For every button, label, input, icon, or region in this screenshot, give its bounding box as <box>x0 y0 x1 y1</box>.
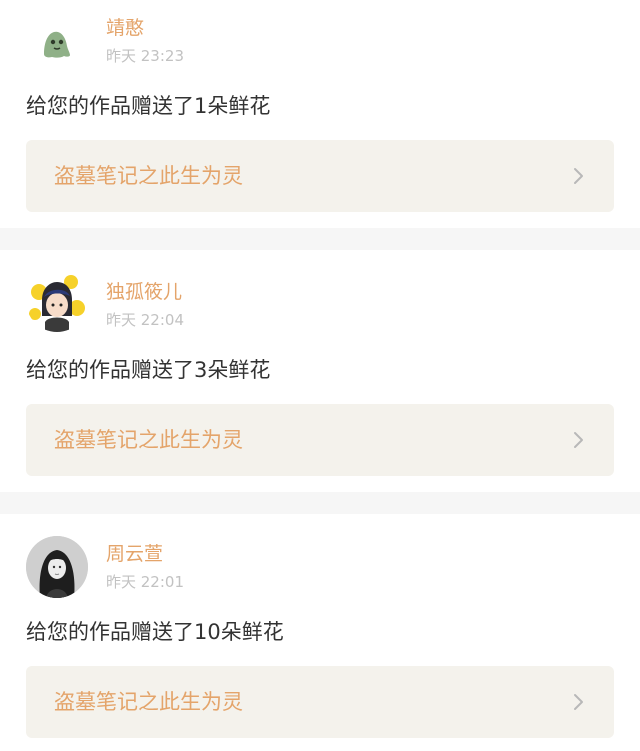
chevron-right-icon <box>574 168 583 184</box>
photo-girl-avatar-icon <box>26 536 88 598</box>
work-link[interactable]: 盗墓笔记之此生为灵 <box>26 404 614 476</box>
user-name[interactable]: 独孤筱儿 <box>106 280 182 304</box>
timestamp: 昨天 22:04 <box>106 311 184 329</box>
separator <box>0 228 640 250</box>
separator <box>0 492 640 514</box>
notification-card: 独孤筱儿 昨天 22:04 给您的作品赠送了3朵鲜花 盗墓笔记之此生为灵 <box>0 250 640 492</box>
chevron-right-icon <box>574 432 583 448</box>
gift-message: 给您的作品赠送了10朵鲜花 <box>26 620 284 644</box>
work-title: 盗墓笔记之此生为灵 <box>54 428 243 452</box>
gift-message: 给您的作品赠送了1朵鲜花 <box>26 94 271 118</box>
avatar[interactable] <box>26 270 88 332</box>
work-title: 盗墓笔记之此生为灵 <box>54 690 243 714</box>
chevron-right-icon <box>574 694 583 710</box>
user-name[interactable]: 周云萱 <box>106 542 163 566</box>
notification-card: 靖憨 昨天 23:23 给您的作品赠送了1朵鲜花 盗墓笔记之此生为灵 <box>0 0 640 228</box>
user-name[interactable]: 靖憨 <box>106 16 144 40</box>
cartoon-girl-avatar-icon <box>29 275 85 332</box>
work-link[interactable]: 盗墓笔记之此生为灵 <box>26 140 614 212</box>
green-blob-avatar-icon <box>44 31 70 58</box>
notification-card: 周云萱 昨天 22:01 给您的作品赠送了10朵鲜花 盗墓笔记之此生为灵 <box>0 514 640 751</box>
avatar[interactable] <box>26 10 88 72</box>
avatar[interactable] <box>26 536 88 598</box>
work-title: 盗墓笔记之此生为灵 <box>54 164 243 188</box>
work-link[interactable]: 盗墓笔记之此生为灵 <box>26 666 614 738</box>
timestamp: 昨天 22:01 <box>106 573 184 591</box>
gift-message: 给您的作品赠送了3朵鲜花 <box>26 358 271 382</box>
timestamp: 昨天 23:23 <box>106 47 184 65</box>
